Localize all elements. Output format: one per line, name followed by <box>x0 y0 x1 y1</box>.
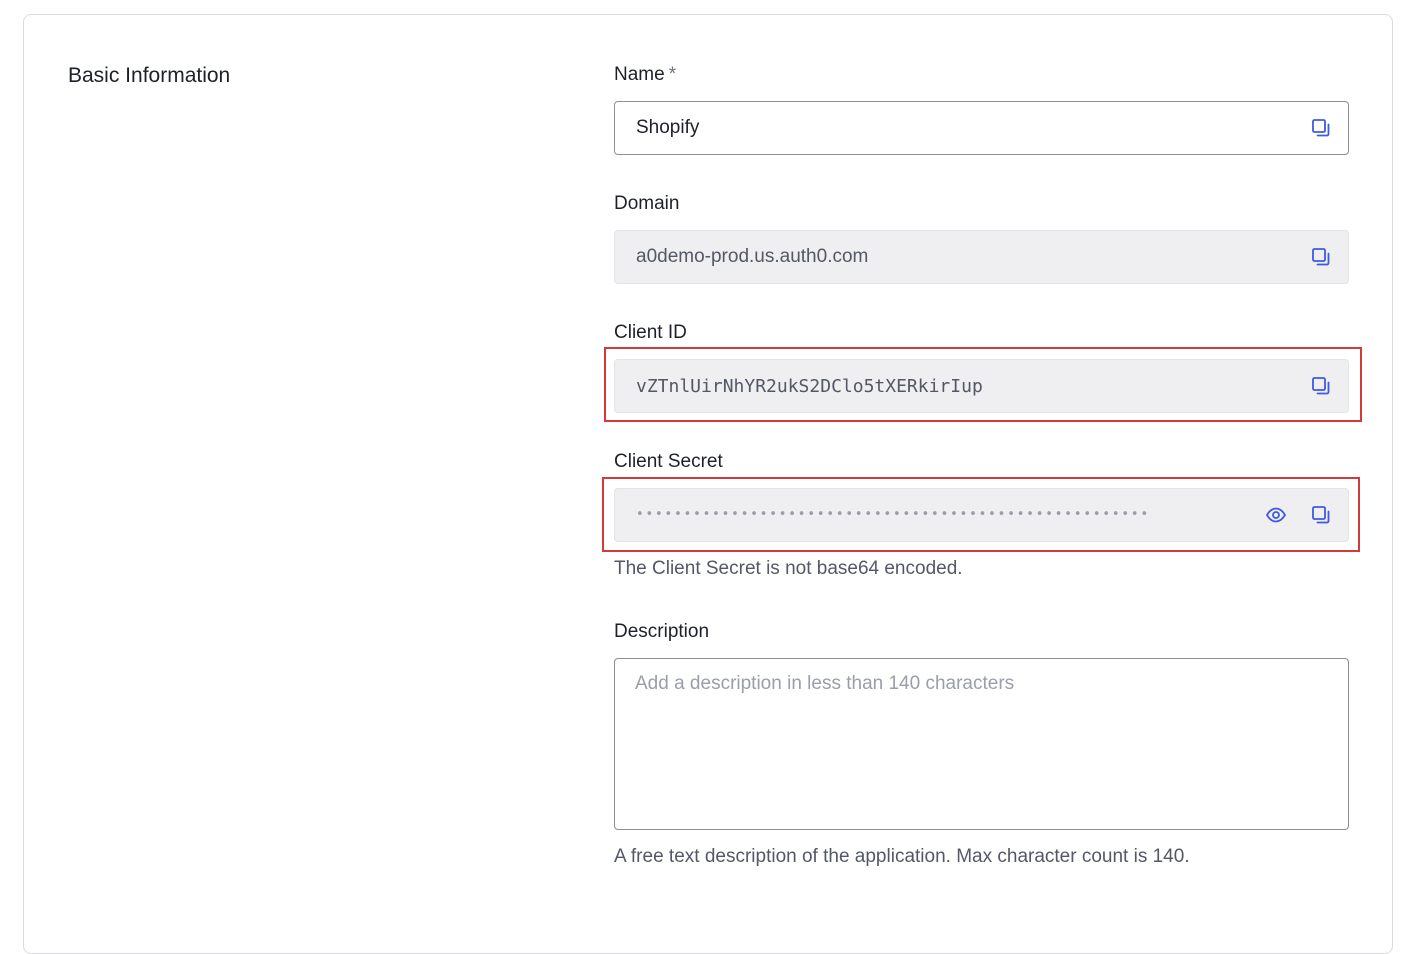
copy-icon[interactable] <box>1308 115 1334 141</box>
name-value[interactable]: Shopify <box>636 117 699 139</box>
client-secret-masked-value: ••••••••••••••••••••••••••••••••••••••••… <box>636 507 1150 522</box>
client-id-value: vZTnlUirNhYR2ukS2DClo5tXERkirIup <box>636 375 983 397</box>
name-field[interactable]: Shopify <box>614 101 1349 155</box>
client-id-field[interactable]: vZTnlUirNhYR2ukS2DClo5tXERkirIup <box>614 359 1349 413</box>
description-textarea[interactable] <box>614 658 1349 830</box>
copy-icon[interactable] <box>1308 244 1334 270</box>
domain-label: Domain <box>614 193 680 214</box>
name-label: Name * <box>614 63 676 87</box>
copy-icon[interactable] <box>1308 373 1334 399</box>
client-secret-helper: The Client Secret is not base64 encoded. <box>614 558 963 579</box>
copy-icon[interactable] <box>1308 502 1334 528</box>
client-id-label: Client ID <box>614 322 687 343</box>
description-helper: A free text description of the applicati… <box>614 846 1190 867</box>
domain-field[interactable]: a0demo-prod.us.auth0.com <box>614 230 1349 284</box>
name-label-text: Name <box>614 64 665 85</box>
description-label: Description <box>614 621 710 642</box>
section-title: Basic Information <box>68 64 231 87</box>
required-marker: * <box>668 64 677 85</box>
client-secret-field[interactable]: ••••••••••••••••••••••••••••••••••••••••… <box>614 488 1349 542</box>
domain-value: a0demo-prod.us.auth0.com <box>636 246 869 267</box>
client-secret-label: Client Secret <box>614 451 723 472</box>
eye-icon[interactable] <box>1263 502 1289 528</box>
